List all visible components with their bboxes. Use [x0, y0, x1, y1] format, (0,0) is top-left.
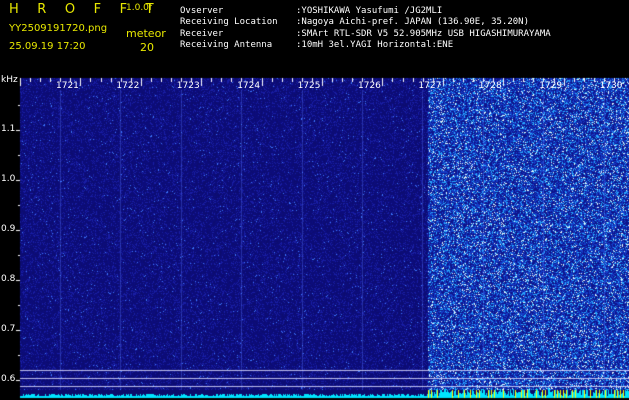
frequency-tick-label: 0.7	[1, 324, 16, 334]
app-version: 1.0.0f	[126, 3, 153, 13]
info-row-receiver: Receiver :SMArt RTL-SDR V5 52.905MHz USB …	[180, 29, 551, 40]
info-label: Receiver	[180, 29, 224, 39]
meteor-count: 20	[140, 41, 154, 54]
info-value: :SMArt RTL-SDR V5 52.905MHz USB HIGASHIM…	[296, 29, 551, 39]
info-label: Receiving Location	[180, 17, 278, 27]
time-tick-label: 1727	[418, 81, 442, 91]
info-row-observer: Ovserver :YOSHIKAWA Yasufumi /JG2MLI	[180, 6, 442, 17]
time-tick-label: 1722	[116, 81, 140, 91]
spectrogram-canvas	[0, 0, 629, 400]
frequency-tick-label: 0.8	[1, 274, 16, 284]
info-label: Receiving Antenna	[180, 40, 273, 50]
frequency-tick-label: 1.1	[1, 124, 16, 134]
frequency-unit-label: kHz	[1, 75, 18, 85]
frequency-tick-label: 1.0	[1, 174, 16, 184]
time-tick-label: 1724	[237, 81, 261, 91]
meteor-label: meteor	[126, 27, 166, 40]
time-tick-label: 1725	[297, 81, 321, 91]
capture-datetime: 25.09.19 17:20	[9, 41, 86, 52]
info-row-antenna: Receiving Antenna :10mH 3el.YAGI Horizont…	[180, 40, 453, 51]
info-row-location: Receiving Location :Nagoya Aichi-pref. JA…	[180, 17, 529, 28]
time-tick-label: 1723	[176, 81, 200, 91]
time-tick-label: 1728	[478, 81, 502, 91]
time-tick-label: 1730	[599, 81, 623, 91]
info-value: :10mH 3el.YAGI Horizontal:ENE	[296, 40, 454, 50]
info-value: :Nagoya Aichi-pref. JAPAN (136.90E, 35.2…	[296, 17, 529, 27]
frequency-tick-label: 0.9	[1, 224, 16, 234]
info-label: Ovserver	[180, 6, 224, 16]
frequency-tick-label: 0.6	[1, 374, 16, 384]
time-tick-label: 1726	[358, 81, 381, 91]
info-value: :YOSHIKAWA Yasufumi /JG2MLI	[296, 6, 443, 16]
hrofft-window: H R O F F T 1.0.0f YY2509191720.png mete…	[0, 0, 629, 400]
time-tick-label: 1729	[539, 81, 563, 91]
time-tick-label: 1721	[56, 81, 79, 91]
file-name: YY2509191720.png	[9, 23, 108, 34]
